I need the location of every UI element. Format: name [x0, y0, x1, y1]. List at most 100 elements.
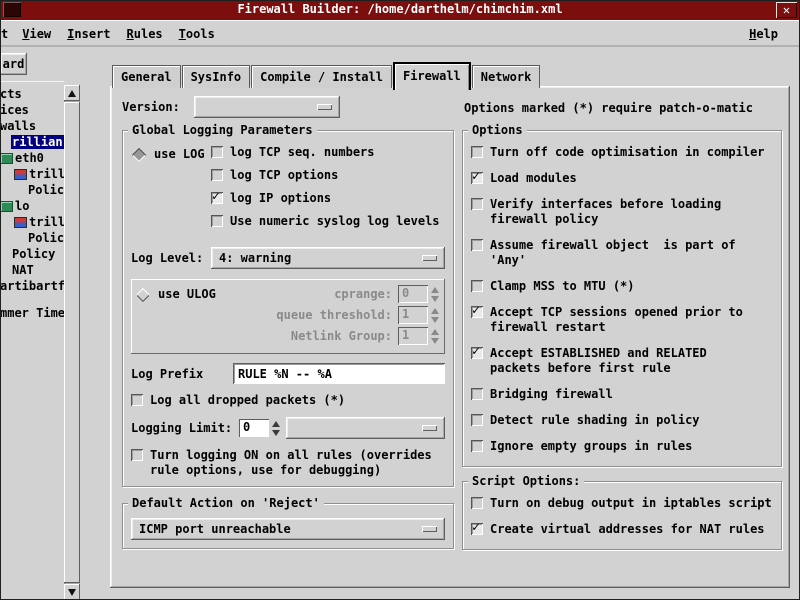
tree-item[interactable]: mmer Time	[0, 305, 64, 321]
log-all-dropped-checkbox[interactable]: Log all dropped packets (*)	[131, 393, 445, 408]
group-title: Default Action on 'Reject'	[128, 496, 324, 510]
scrollbar-thumb[interactable]	[64, 102, 80, 583]
menu-item-help[interactable]: Help	[741, 27, 786, 41]
checkbox-icon	[471, 239, 483, 251]
checkbox-icon	[471, 497, 483, 509]
default-action-dropdown[interactable]: ICMP port unreachable	[131, 518, 445, 540]
checkbox-icon	[211, 146, 223, 158]
scroll-down-icon	[68, 589, 76, 596]
spin-down-icon[interactable]	[272, 430, 280, 436]
accept-established-checkbox[interactable]: Accept ESTABLISHED and RELATED packets b…	[471, 346, 773, 376]
netlink-group-spinner[interactable]: Netlink Group: 1	[193, 327, 439, 345]
scroll-down-button[interactable]	[64, 584, 80, 600]
tree-item[interactable]: cts	[0, 86, 64, 102]
log-ip-options-checkbox[interactable]: log IP options	[211, 191, 445, 206]
turn-off-optimisation-checkbox[interactable]: Turn off code optimisation in compiler	[471, 145, 773, 160]
turn-logging-on-checkbox[interactable]: Turn logging ON on all rules (overrides …	[131, 448, 445, 478]
cprange-spinner[interactable]: cprange: 0	[193, 285, 439, 303]
menu-item-tools[interactable]: Tools	[171, 27, 223, 41]
version-dropdown[interactable]	[194, 96, 340, 118]
spin-up-icon[interactable]	[431, 329, 439, 335]
tree-item[interactable]: Policy	[0, 230, 64, 246]
spin-up-icon[interactable]	[431, 287, 439, 293]
global-logging-group: Global Logging Parameters use LOG log TC…	[122, 130, 454, 487]
verify-interfaces-checkbox[interactable]: Verify interfaces before loading firewal…	[471, 197, 773, 227]
spin-up-icon[interactable]	[272, 421, 280, 427]
checkbox-icon	[131, 449, 143, 461]
log-tcp-seq-checkbox[interactable]: log TCP seq. numbers	[211, 145, 445, 160]
group-title: Options	[468, 123, 527, 137]
menu-item-rules[interactable]: Rules	[119, 27, 171, 41]
patch-o-matic-note: Options marked (*) require patch-o-matic	[464, 101, 782, 115]
use-ulog-radio[interactable]: use ULOG	[135, 287, 216, 302]
log-tcp-options-checkbox[interactable]: log TCP options	[211, 168, 445, 183]
spin-down-icon[interactable]	[431, 317, 439, 323]
checkbox-icon	[471, 306, 483, 318]
checkbox-icon	[471, 280, 483, 292]
tree-item-interface[interactable]: eth0	[0, 150, 64, 166]
version-label: Version:	[122, 100, 194, 114]
tab-compile-install[interactable]: Compile / Install	[251, 65, 392, 88]
checkbox-icon	[471, 414, 483, 426]
tree-item[interactable]: Policy	[0, 246, 64, 262]
tree-item-address[interactable]: trill:	[0, 214, 64, 230]
tree-item[interactable]: ices	[0, 102, 64, 118]
object-tree-sidebar: ard cts ices walls rillian eth0 trill: P…	[0, 47, 82, 600]
log-prefix-label: Log Prefix	[131, 367, 233, 381]
scroll-up-icon	[68, 90, 76, 97]
ignore-empty-groups-checkbox[interactable]: Ignore empty groups in rules	[471, 439, 773, 454]
logging-limit-spinner[interactable]: 0	[239, 419, 280, 437]
tab-bar: General SysInfo Compile / Install Firewa…	[112, 60, 541, 88]
menu-item-view[interactable]: View	[14, 27, 59, 41]
queue-threshold-spinner[interactable]: queue threshold: 1	[193, 306, 439, 324]
right-column: Options marked (*) require patch-o-matic…	[462, 96, 782, 550]
left-column: Version: Global Logging Parameters use L…	[122, 96, 454, 549]
titlebar: Firewall Builder: /home/darthelm/chimchi…	[0, 0, 800, 20]
tree-item-interface[interactable]: lo	[0, 198, 64, 214]
spin-down-icon[interactable]	[431, 296, 439, 302]
dropdown-indicator-icon	[317, 104, 332, 110]
detect-rule-shading-checkbox[interactable]: Detect rule shading in policy	[471, 413, 773, 428]
tree-item-firewall-selected[interactable]: rillian	[0, 134, 64, 150]
options-group: Options Turn off code optimisation in co…	[462, 130, 782, 467]
object-tree: cts ices walls rillian eth0 trill: Polic…	[0, 81, 64, 600]
tree-item[interactable]: NAT	[0, 262, 64, 278]
checkbox-icon	[471, 172, 483, 184]
load-modules-checkbox[interactable]: Load modules	[471, 171, 773, 186]
accept-tcp-sessions-checkbox[interactable]: Accept TCP sessions opened prior to fire…	[471, 305, 773, 335]
scroll-up-button[interactable]	[64, 85, 80, 101]
virtual-addresses-nat-checkbox[interactable]: Create virtual addresses for NAT rules	[471, 522, 773, 537]
numeric-syslog-checkbox[interactable]: Use numeric syslog log levels	[211, 214, 445, 229]
assume-part-of-any-checkbox[interactable]: Assume firewall object is part of 'Any'	[471, 238, 773, 268]
logging-limit-dropdown[interactable]	[286, 417, 445, 439]
library-selector[interactable]: ard	[0, 53, 27, 75]
menu-item-edit-fragment[interactable]: t	[0, 27, 14, 41]
dropdown-indicator-icon	[422, 526, 437, 532]
checkbox-icon	[211, 215, 223, 227]
spin-up-icon[interactable]	[431, 308, 439, 314]
checkbox-icon	[131, 394, 143, 406]
tab-firewall[interactable]: Firewall	[393, 62, 471, 90]
bridging-firewall-checkbox[interactable]: Bridging firewall	[471, 387, 773, 402]
use-log-radio[interactable]: use LOG	[131, 147, 205, 162]
log-level-dropdown[interactable]: 4: warning	[211, 247, 445, 269]
log-level-label: Log Level:	[131, 251, 211, 265]
tab-sysinfo[interactable]: SysInfo	[182, 65, 251, 88]
log-prefix-input[interactable]	[233, 363, 445, 384]
tab-general[interactable]: General	[112, 65, 181, 88]
debug-output-checkbox[interactable]: Turn on debug output in iptables script	[471, 496, 773, 511]
radio-diamond-icon	[136, 287, 150, 301]
close-icon[interactable]: ✕	[776, 2, 797, 18]
tree-item-address[interactable]: trill:	[0, 166, 64, 182]
tree-item[interactable]: Policy	[0, 182, 64, 198]
tree-item[interactable]: walls	[0, 118, 64, 134]
clamp-mss-checkbox[interactable]: Clamp MSS to MTU (*)	[471, 279, 773, 294]
tree-scrollbar[interactable]	[64, 85, 80, 600]
network-icon	[14, 217, 27, 228]
checkbox-icon	[471, 523, 483, 535]
tree-item[interactable]: artibartf	[0, 278, 64, 294]
menu-item-insert[interactable]: Insert	[59, 27, 118, 41]
spin-down-icon[interactable]	[431, 338, 439, 344]
checkbox-icon	[471, 198, 483, 210]
tab-network[interactable]: Network	[472, 65, 541, 88]
